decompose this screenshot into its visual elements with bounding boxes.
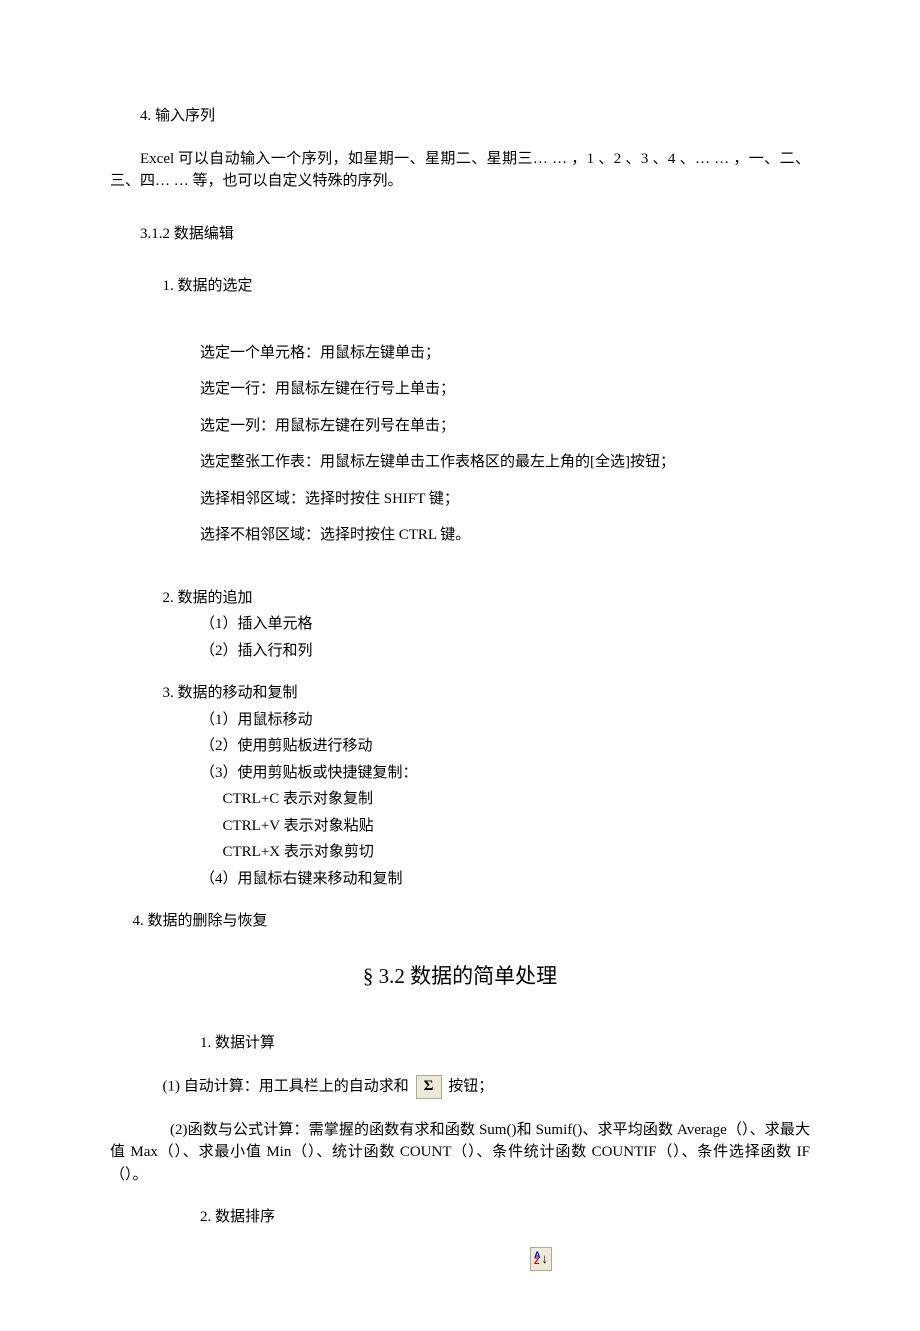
heading-312-2: 2. 数据的追加 bbox=[110, 587, 810, 610]
list-item: （3）使用剪贴板或快捷键复制： bbox=[110, 762, 810, 785]
list-item: 选定一列：用鼠标左键在列号在单击； bbox=[110, 415, 810, 438]
list-item: CTRL+V 表示对象粘贴 bbox=[110, 815, 810, 838]
list-item: CTRL+C 表示对象复制 bbox=[110, 788, 810, 811]
text-prefix: (1) 自动计算：用工具栏上的自动求和 bbox=[163, 1078, 409, 1094]
list-item: （2）使用剪贴板进行移动 bbox=[110, 735, 810, 758]
heading-32-2: 2. 数据排序 bbox=[110, 1206, 810, 1229]
list-item: 选定一个单元格：用鼠标左键单击； bbox=[110, 342, 810, 365]
list-item: 选定整张工作表：用鼠标左键单击工作表格区的最左上角的[全选]按钮； bbox=[110, 451, 810, 474]
text-suffix: 按钮； bbox=[448, 1078, 493, 1094]
list-item: （4）用鼠标右键来移动和复制 bbox=[110, 868, 810, 891]
heading-312-4: 4. 数据的删除与恢复 bbox=[110, 910, 810, 933]
list-item: CTRL+X 表示对象剪切 bbox=[110, 841, 810, 864]
paragraph-autocalc: (1) 自动计算：用工具栏上的自动求和 Σ 按钮； bbox=[110, 1075, 810, 1099]
heading-4: 4. 输入序列 bbox=[110, 105, 810, 128]
document-page: 4. 输入序列 Excel 可以自动输入一个序列，如星期一、星期二、星期三… …… bbox=[0, 0, 920, 1331]
sort-ascending-icon: AZ↓ bbox=[530, 1247, 552, 1271]
list-item: （1）插入单元格 bbox=[110, 613, 810, 636]
section-title-32: § 3.2 数据的简单处理 bbox=[110, 961, 810, 993]
list-item: （2）插入行和列 bbox=[110, 640, 810, 663]
paragraph-functions: (2)函数与公式计算：需掌握的函数有求和函数 Sum()和 Sumif()、求平… bbox=[110, 1119, 810, 1187]
list-item: 选择相邻区域：选择时按住 SHIFT 键； bbox=[110, 488, 810, 511]
heading-312-1: 1. 数据的选定 bbox=[110, 275, 810, 298]
autosum-icon: Σ bbox=[416, 1075, 442, 1099]
paragraph-sequence: Excel 可以自动输入一个序列，如星期一、星期二、星期三… … ，1 、2 、… bbox=[110, 148, 810, 193]
heading-312-3: 3. 数据的移动和复制 bbox=[110, 682, 810, 705]
list-item: 选择不相邻区域：选择时按住 CTRL 键。 bbox=[110, 524, 810, 547]
list-item: 选定一行：用鼠标左键在行号上单击； bbox=[110, 378, 810, 401]
list-item: （1）用鼠标移动 bbox=[110, 709, 810, 732]
heading-312: 3.1.2 数据编辑 bbox=[110, 223, 810, 246]
heading-32-1: 1. 数据计算 bbox=[110, 1032, 810, 1055]
